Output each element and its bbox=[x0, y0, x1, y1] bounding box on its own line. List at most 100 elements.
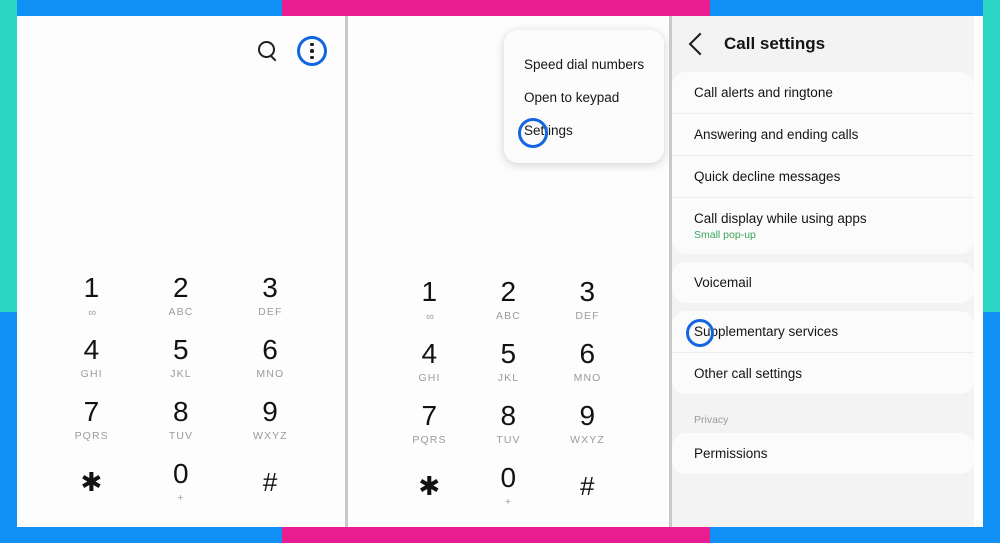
dialpad-key-letters: DEF bbox=[575, 310, 600, 323]
dialpad-key-digit: 5 bbox=[172, 334, 190, 366]
screenshot-root: 1 ∞ 2 ABC 3 DEF 4 GHI 5 JKL 6 MNO 7 PQRS 8 TUV 9 WXYZ ✱ 0 + #… bbox=[0, 0, 1000, 543]
dialpad-key-letters: + bbox=[177, 492, 185, 505]
voicemail-icon: ∞ bbox=[88, 306, 96, 319]
dialpad-key-digit: # bbox=[262, 467, 278, 497]
dialpad-key-letters: JKL bbox=[497, 372, 520, 385]
dialpad-key-digit: 8 bbox=[500, 400, 517, 432]
dialpad-key-letters: PQRS bbox=[74, 430, 109, 443]
dialpad-key-digit: 4 bbox=[421, 338, 438, 370]
settings-row-title: Other call settings bbox=[694, 366, 803, 381]
settings-row[interactable]: Answering and ending calls bbox=[672, 114, 974, 156]
settings-row[interactable]: Voicemail bbox=[672, 262, 974, 303]
dialpad-key-4[interactable]: 4 GHI bbox=[390, 331, 469, 393]
dialpad-key-letters: TUV bbox=[496, 434, 521, 447]
settings-row[interactable]: Supplementary services bbox=[672, 311, 974, 353]
menu-item[interactable]: Speed dial numbers bbox=[504, 48, 664, 81]
panel-call-settings: Call settings Call alerts and ringtone An… bbox=[672, 16, 974, 527]
settings-row-title: Voicemail bbox=[694, 275, 752, 290]
dialpad-key-6[interactable]: 6 MNO bbox=[226, 327, 315, 389]
dialpad-key-digit: 7 bbox=[421, 400, 438, 432]
settings-row-title: Supplementary services bbox=[694, 324, 839, 339]
menu-item[interactable]: Open to keypad bbox=[504, 81, 664, 114]
menu-item-label: Settings bbox=[524, 123, 573, 138]
dialpad-key-digit: 6 bbox=[262, 334, 279, 366]
settings-row[interactable]: Permissions bbox=[672, 433, 974, 474]
dialpad-key-3[interactable]: 3 DEF bbox=[226, 265, 315, 327]
panel-overflow-menu: Speed dial numbers Open to keypad Settings… bbox=[348, 16, 672, 527]
frame-bar-right-bottom bbox=[983, 312, 1000, 543]
frame-bar-left-top bbox=[0, 0, 17, 312]
voicemail-icon: ∞ bbox=[426, 310, 434, 323]
dialpad-key-letters: MNO bbox=[573, 372, 602, 385]
menu-item-label: Speed dial numbers bbox=[524, 57, 645, 72]
back-chevron-icon[interactable] bbox=[688, 32, 712, 56]
dialpad-key-digit: 2 bbox=[500, 276, 517, 308]
dialpad-key-letters: MNO bbox=[256, 368, 285, 381]
dialpad-key-7[interactable]: 7 PQRS bbox=[390, 393, 469, 455]
settings-row[interactable]: Call display while using apps Small pop-u… bbox=[672, 198, 974, 254]
dialpad-key-1[interactable]: 1 ∞ bbox=[47, 265, 136, 327]
page-title: Call settings bbox=[724, 34, 826, 53]
dialpad-key-9[interactable]: 9 WXYZ bbox=[548, 393, 627, 455]
dialpad-key-5[interactable]: 5 JKL bbox=[136, 327, 225, 389]
dialpad-key-digit: 9 bbox=[579, 400, 596, 432]
dialpad-key-digit: 9 bbox=[262, 396, 279, 428]
settings-row[interactable]: Quick decline messages bbox=[672, 156, 974, 198]
dialpad-key-#[interactable]: # bbox=[226, 451, 315, 513]
dialpad-key-letters: WXYZ bbox=[252, 430, 288, 443]
settings-row-title: Permissions bbox=[694, 446, 768, 461]
frame-bar-left-bottom bbox=[0, 312, 17, 543]
settings-row[interactable]: Call alerts and ringtone bbox=[672, 72, 974, 114]
settings-list: Call alerts and ringtone Answering and en… bbox=[672, 72, 974, 474]
dialpad-key-digit: 1 bbox=[421, 275, 438, 307]
dialpad-key-digit: 2 bbox=[172, 272, 190, 304]
dialpad-key-3[interactable]: 3 DEF bbox=[548, 269, 627, 331]
dialpad-key-#[interactable]: # bbox=[548, 455, 627, 517]
dialpad-key-letters: JKL bbox=[170, 368, 192, 381]
dialpad-key-4[interactable]: 4 GHI bbox=[47, 327, 136, 389]
dialpad-key-letters: ABC bbox=[168, 306, 194, 319]
frame-bar-bottom-left bbox=[0, 527, 282, 543]
settings-group: Voicemail bbox=[672, 262, 974, 303]
dialpad-key-digit: 7 bbox=[83, 396, 100, 428]
dialpad-key-digit: 0 bbox=[500, 462, 517, 494]
dialpad-key-✱[interactable]: ✱ bbox=[47, 451, 136, 513]
menu-item[interactable]: Settings bbox=[504, 114, 664, 148]
dialpad-key-letters: GHI bbox=[80, 368, 103, 381]
dialpad-key-digit: 3 bbox=[579, 276, 596, 308]
dialpad-key-7[interactable]: 7 PQRS bbox=[47, 389, 136, 451]
settings-group: Permissions bbox=[672, 433, 974, 474]
dialpad-key-8[interactable]: 8 TUV bbox=[469, 393, 548, 455]
kebab-dot bbox=[310, 55, 314, 60]
dialpad-key-8[interactable]: 8 TUV bbox=[136, 389, 225, 451]
settings-row[interactable]: Other call settings bbox=[672, 353, 974, 394]
dialpad-key-digit: 6 bbox=[579, 338, 596, 370]
overflow-menu-popup: Speed dial numbers Open to keypad Settings bbox=[504, 30, 664, 163]
frame-bar-right-top bbox=[983, 0, 1000, 312]
dialpad-key-2[interactable]: 2 ABC bbox=[469, 269, 548, 331]
settings-row-subtitle: Small pop-up bbox=[694, 229, 756, 241]
dialpad-key-letters: WXYZ bbox=[570, 434, 605, 447]
kebab-dot bbox=[310, 42, 314, 47]
dialpad-key-1[interactable]: 1 ∞ bbox=[390, 269, 469, 331]
dialpad: 1 ∞ 2 ABC 3 DEF 4 GHI 5 JKL 6 MNO 7 PQRS 8 TUV 9 WXYZ ✱ 0 + # bbox=[348, 269, 669, 517]
dialpad-key-digit: ✱ bbox=[80, 467, 103, 497]
dialpad-key-0[interactable]: 0 + bbox=[469, 455, 548, 517]
settings-group: Call alerts and ringtone Answering and en… bbox=[672, 72, 974, 254]
dialpad-key-2[interactable]: 2 ABC bbox=[136, 265, 225, 327]
panel-dialer: 1 ∞ 2 ABC 3 DEF 4 GHI 5 JKL 6 MNO 7 PQRS 8 TUV 9 WXYZ ✱ 0 + # bbox=[17, 16, 348, 527]
dialpad: 1 ∞ 2 ABC 3 DEF 4 GHI 5 JKL 6 MNO 7 PQRS 8 TUV 9 WXYZ ✱ 0 + # bbox=[17, 265, 345, 513]
dialpad-key-9[interactable]: 9 WXYZ bbox=[226, 389, 315, 451]
search-icon[interactable] bbox=[257, 40, 279, 62]
dialpad-key-✱[interactable]: ✱ bbox=[390, 455, 469, 517]
dialer-top-bar bbox=[17, 16, 345, 86]
dialpad-key-6[interactable]: 6 MNO bbox=[548, 331, 627, 393]
dialpad-key-digit: 4 bbox=[83, 334, 100, 366]
dialpad-key-letters: + bbox=[504, 496, 513, 509]
dialpad-key-0[interactable]: 0 + bbox=[136, 451, 225, 513]
dialpad-key-digit: ✱ bbox=[418, 471, 441, 501]
dialpad-key-digit: 8 bbox=[172, 396, 190, 428]
three-dot-menu-icon[interactable] bbox=[297, 36, 327, 66]
dialpad-key-5[interactable]: 5 JKL bbox=[469, 331, 548, 393]
frame-bar-top-left bbox=[0, 0, 282, 16]
